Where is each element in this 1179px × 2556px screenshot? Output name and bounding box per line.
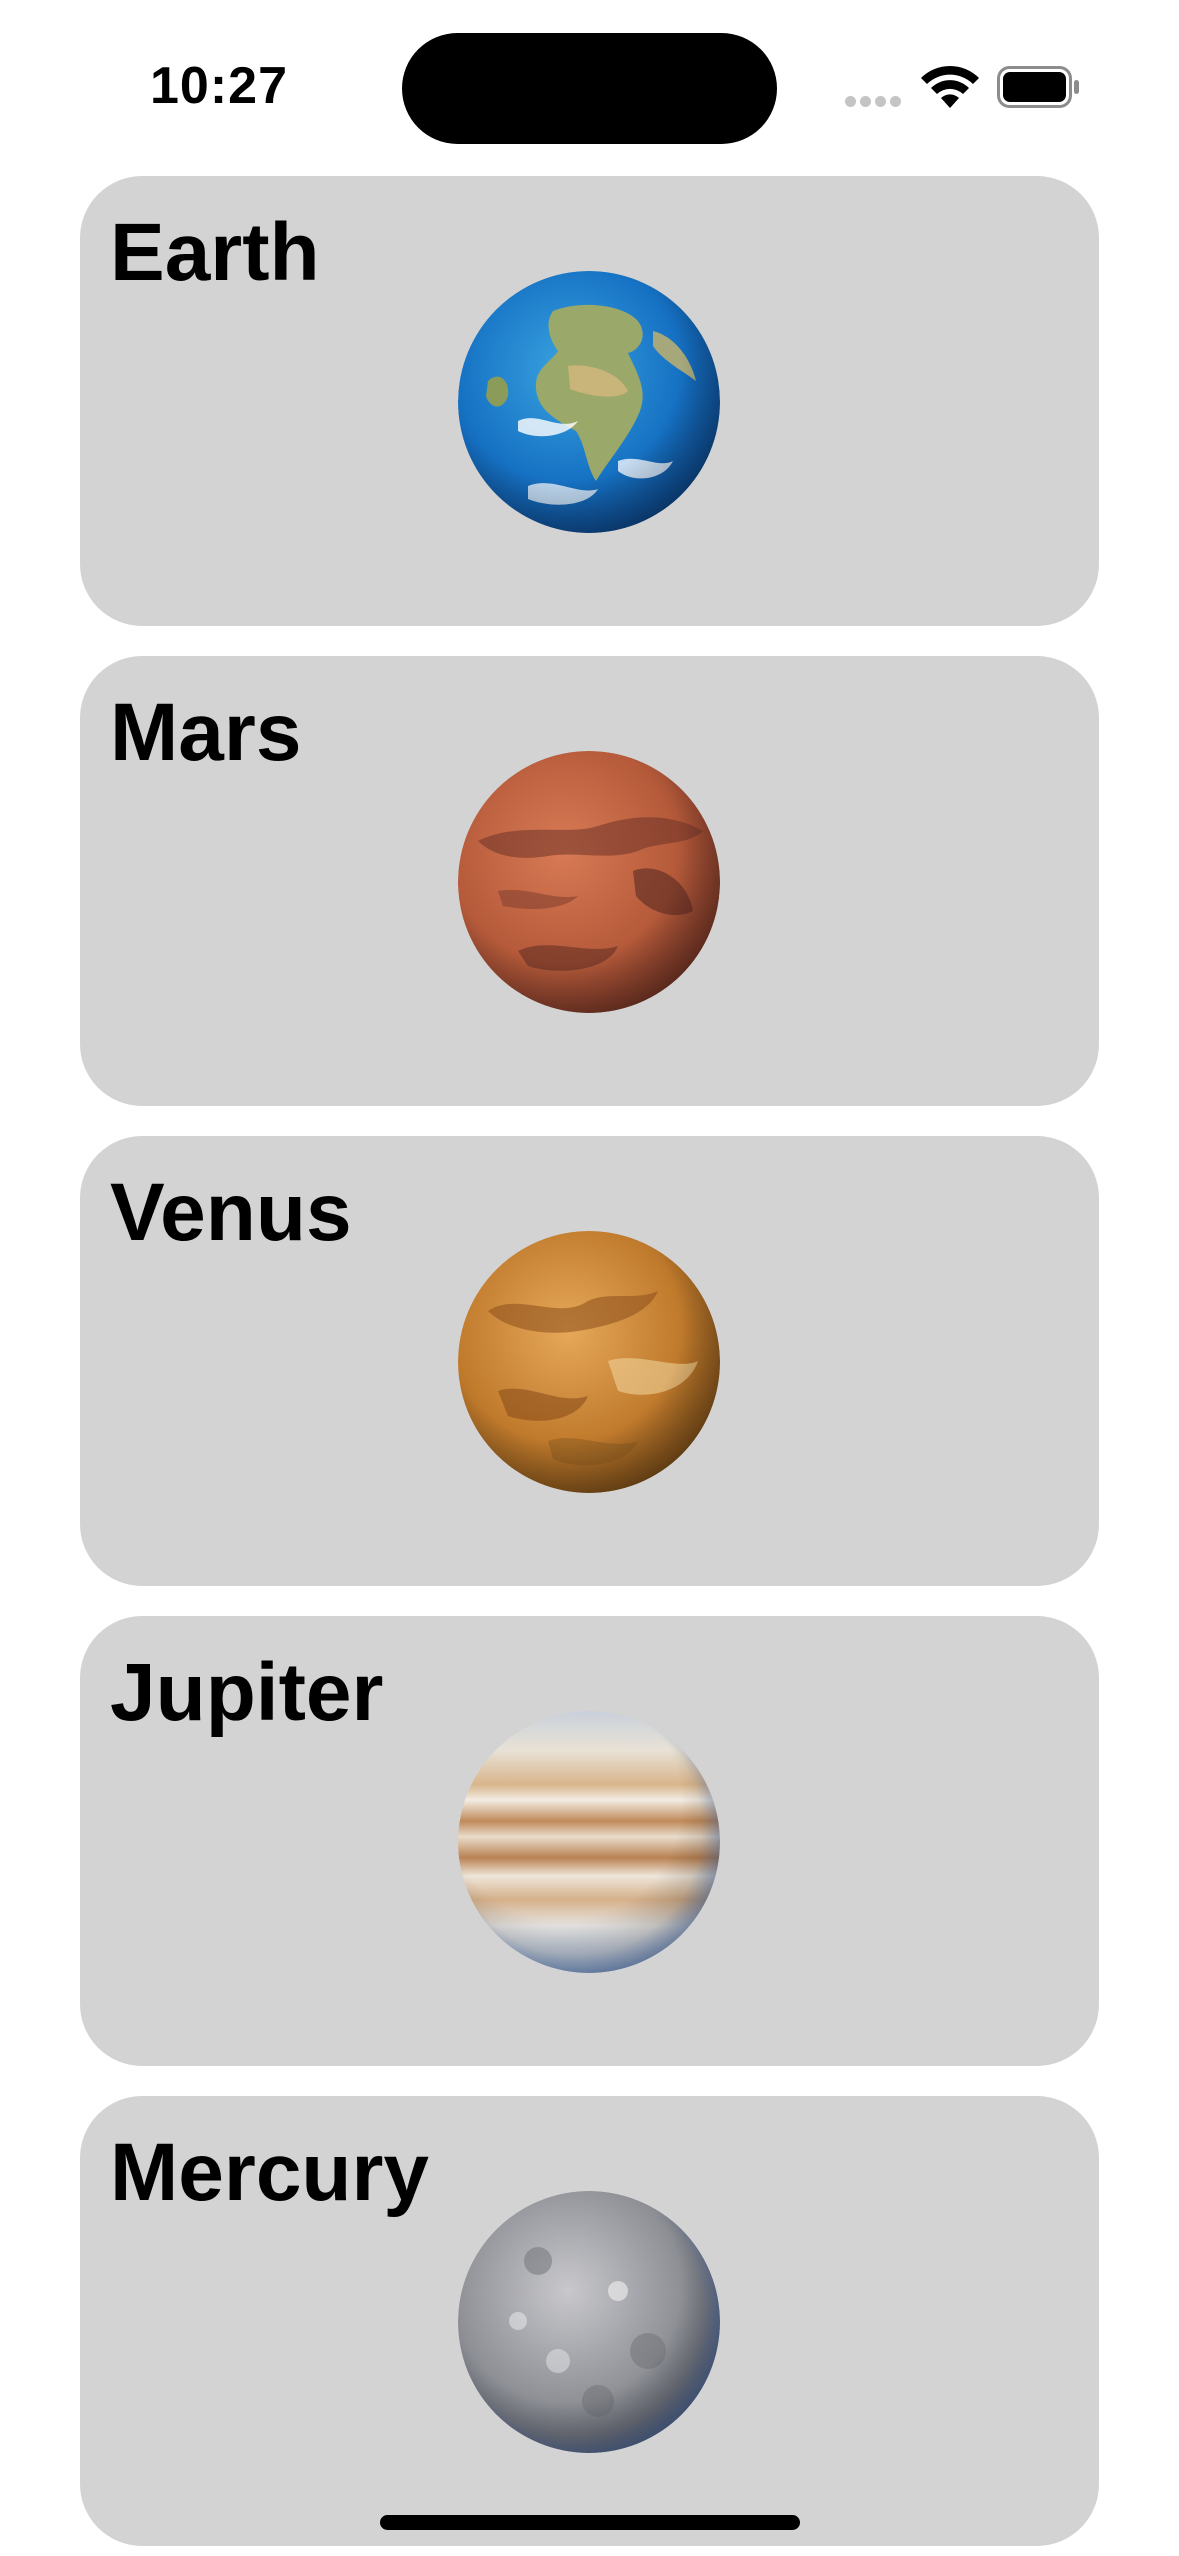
cellular-signal-icon: [845, 94, 905, 107]
planet-name: Jupiter: [110, 1647, 384, 1738]
venus-globe-icon: [458, 1231, 720, 1493]
dynamic-island: [402, 33, 777, 144]
planet-card-mercury[interactable]: Mercury: [80, 2096, 1099, 2546]
planet-name: Earth: [110, 207, 320, 298]
mercury-globe-icon: [458, 2191, 720, 2453]
planet-card-mars[interactable]: Mars: [80, 656, 1099, 1106]
status-bar: 10:27: [0, 0, 1179, 170]
battery-icon: [997, 66, 1079, 108]
planet-card-jupiter[interactable]: Jupiter: [80, 1616, 1099, 2066]
planet-list[interactable]: Earth Mars Venus Jupiter Mercury: [80, 176, 1099, 2556]
jupiter-globe-icon: [458, 1711, 720, 1973]
planet-name: Mercury: [110, 2127, 430, 2218]
status-time: 10:27: [150, 57, 288, 115]
home-indicator[interactable]: [380, 2515, 800, 2530]
app-screen: 10:27 Earth Mars Venus Jupiter Mercury: [0, 0, 1179, 2556]
planet-name: Venus: [110, 1167, 352, 1258]
wifi-icon: [921, 65, 979, 108]
mars-globe-icon: [458, 751, 720, 1013]
planet-name: Mars: [110, 687, 302, 778]
planet-card-earth[interactable]: Earth: [80, 176, 1099, 626]
planet-card-venus[interactable]: Venus: [80, 1136, 1099, 1586]
earth-globe-icon: [458, 271, 720, 533]
